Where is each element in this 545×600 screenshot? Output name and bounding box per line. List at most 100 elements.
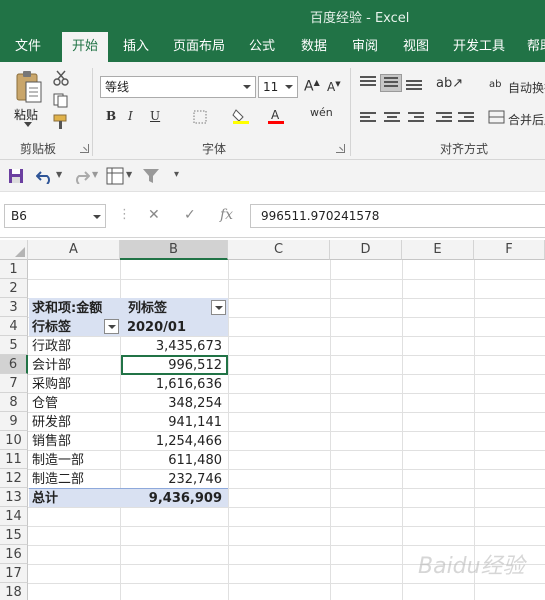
row-header[interactable]: 13 [0,488,28,507]
row-header[interactable]: 12 [0,469,28,488]
increase-font-size-icon[interactable]: A▲ [304,78,320,95]
row-header[interactable]: 18 [0,583,28,600]
pivot-total-label[interactable]: 总计 [32,489,118,508]
bold-button[interactable]: B [106,109,116,123]
decrease-font-size-icon[interactable]: A▼ [327,80,341,94]
cut-icon[interactable] [52,70,70,86]
orientation-icon[interactable]: ab↗ [436,76,463,91]
pivot-row-value[interactable]: 941,141 [122,413,222,432]
format-painter-icon[interactable] [52,114,70,130]
pivot-row-value[interactable]: 348,254 [122,394,222,413]
undo-icon[interactable] [36,168,54,184]
tab-home[interactable]: 开始 [62,32,108,62]
pivot-row-label[interactable]: 制造一部 [32,451,118,470]
cancel-icon[interactable]: ✕ [148,207,160,223]
align-bottom-icon[interactable] [406,80,422,92]
paste-dropdown-icon[interactable] [24,122,32,128]
align-right-icon[interactable] [408,112,424,124]
enter-icon[interactable]: ✓ [184,207,196,223]
row-header[interactable]: 5 [0,336,28,355]
customize-qat-icon[interactable]: ▾ [174,169,179,180]
pivot-row-label[interactable]: 会计部 [32,356,118,375]
pivot-row-labels[interactable]: 行标签 [32,318,100,337]
row-header-selected[interactable]: 6 [0,355,28,374]
row-header[interactable]: 10 [0,431,28,450]
redo-icon[interactable] [72,168,90,184]
row-header[interactable]: 7 [0,374,28,393]
row-header[interactable]: 17 [0,564,28,583]
undo-dropdown-icon[interactable]: ▼ [56,170,62,179]
font-name-select[interactable]: 等线 [100,76,256,98]
align-top-icon[interactable] [360,76,376,88]
row-header[interactable]: 14 [0,507,28,526]
pivot-row-label[interactable]: 行政部 [32,337,118,356]
paste-button[interactable]: 粘贴 [14,106,38,123]
merge-center-button[interactable]: 合并后居 [508,111,545,128]
align-middle-icon[interactable] [380,74,402,92]
pivot-total-value[interactable]: 9,436,909 [122,489,222,508]
row-header[interactable]: 3 [0,298,28,317]
align-center-icon[interactable] [384,112,400,124]
redo-dropdown-icon[interactable]: ▼ [92,170,98,179]
pivot-row-label[interactable]: 采购部 [32,375,118,394]
save-icon[interactable] [8,168,24,184]
tab-developer[interactable]: 开发工具 [448,32,510,62]
column-filter-dropdown-icon[interactable] [211,300,226,315]
phonetic-icon[interactable]: wén [310,106,333,119]
merge-center-icon[interactable] [488,109,506,125]
pivot-period[interactable]: 2020/01 [120,318,186,337]
form-icon[interactable] [106,167,124,185]
copy-icon[interactable] [52,92,70,108]
pivot-row-value[interactable]: 611,480 [122,451,222,470]
font-color-icon[interactable]: A [267,108,285,124]
row-header[interactable]: 9 [0,412,28,431]
pivot-row-value[interactable]: 1,616,636 [122,375,222,394]
fill-color-icon[interactable] [232,108,250,124]
tab-insert[interactable]: 插入 [116,32,156,62]
tab-file[interactable]: 文件 [6,32,50,62]
filter-icon[interactable] [142,168,160,184]
row-filter-dropdown-icon[interactable] [104,319,119,334]
wrap-text-button[interactable]: 自动换行 [508,79,545,96]
pivot-row-label[interactable]: 销售部 [32,432,118,451]
pivot-row-label[interactable]: 制造二部 [32,470,118,489]
row-header[interactable]: 2 [0,279,28,298]
formula-input[interactable]: 996511.970241578 [250,204,545,228]
pivot-column-labels[interactable]: 列标签 [128,299,208,318]
column-header-c[interactable]: C [228,240,330,260]
pivot-row-value[interactable]: 3,435,673 [122,337,222,356]
decrease-indent-icon[interactable] [436,112,452,124]
clipboard-launcher-icon[interactable] [80,144,89,153]
tab-help[interactable]: 帮助 [520,32,545,62]
row-header[interactable]: 4 [0,317,28,336]
column-header-f[interactable]: F [474,240,545,260]
increase-indent-icon[interactable] [458,112,474,124]
pivot-row-value[interactable]: 1,254,466 [122,432,222,451]
italic-button[interactable]: I [128,109,133,123]
pivot-value-header[interactable]: 求和项:金额 [32,299,120,318]
pivot-row-label[interactable]: 仓管 [32,394,118,413]
align-left-icon[interactable] [360,112,376,124]
pivot-row-value[interactable]: 232,746 [122,470,222,489]
row-header[interactable]: 1 [0,260,28,279]
insert-function-button[interactable]: fx [220,207,233,223]
name-box[interactable]: B6 [4,204,106,228]
wrap-text-icon[interactable]: ab [488,76,506,92]
font-launcher-icon[interactable] [336,144,345,153]
row-header[interactable]: 16 [0,545,28,564]
tab-view[interactable]: 视图 [396,32,436,62]
tab-review[interactable]: 审阅 [345,32,385,62]
row-header[interactable]: 8 [0,393,28,412]
tab-data[interactable]: 数据 [294,32,334,62]
pivot-row-label[interactable]: 研发部 [32,413,118,432]
column-header-e[interactable]: E [402,240,474,260]
pivot-row-value[interactable]: 996,512 [122,356,222,375]
row-header[interactable]: 11 [0,450,28,469]
select-all-corner[interactable] [0,240,28,260]
column-header-d[interactable]: D [330,240,402,260]
column-header-a[interactable]: A [28,240,120,260]
underline-button[interactable]: U [150,109,160,123]
row-header[interactable]: 15 [0,526,28,545]
borders-icon[interactable] [192,109,210,125]
tab-page-layout[interactable]: 页面布局 [168,32,230,62]
